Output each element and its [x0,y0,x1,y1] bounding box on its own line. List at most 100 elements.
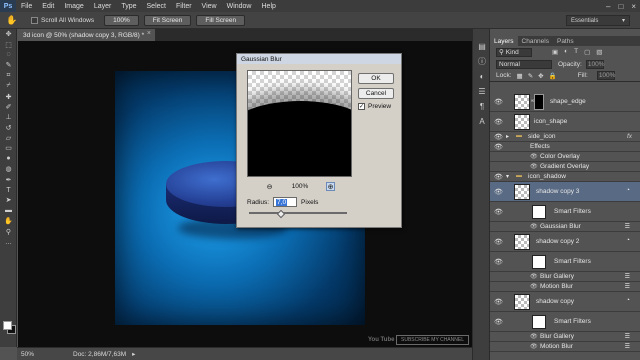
preview-checkbox[interactable]: ✓ [358,103,365,110]
layer-fx[interactable]: fx [627,133,632,140]
adjustments-icon[interactable]: ◐ [473,69,491,84]
quick-select-tool-icon[interactable]: ✎ [0,60,17,70]
menu-type[interactable]: Type [116,3,141,10]
layer-row[interactable]: 👁 ∞ shape_edge [490,92,640,112]
adjustment-filter-icon[interactable]: ◐ [564,48,568,56]
radius-slider-track[interactable] [249,212,347,214]
eye-icon[interactable]: 👁 [494,298,503,306]
smart-filter-mask-thumbnail[interactable] [532,255,546,269]
eye-icon[interactable]: 👁 [530,223,538,230]
history-brush-tool-icon[interactable]: ↺ [0,123,17,133]
eye-icon[interactable]: 👁 [494,208,503,216]
eye-icon[interactable]: 👁 [494,133,503,141]
fit-screen-button[interactable]: Fit Screen [143,14,192,26]
preview-toggle[interactable]: ✓ Preview [358,103,391,110]
zoom-in-icon[interactable]: ⊕ [326,182,335,191]
filter-options-icon[interactable]: ☰ [625,333,630,340]
layer-row[interactable]: 👁 shadow copy ◔ [490,292,640,312]
zoom-tool-icon[interactable]: ⚲ [0,226,17,236]
type-filter-icon[interactable]: T [574,48,578,56]
expand-arrow-icon[interactable]: ▸ [506,133,509,140]
paragraph-icon[interactable]: ¶ [473,99,491,114]
smart-filters-row[interactable]: 👁 Smart Filters [490,312,640,332]
filter-options-icon[interactable]: ☰ [625,223,630,230]
smart-filters-row[interactable]: 👁 Smart Filters [490,202,640,222]
menu-edit[interactable]: Edit [37,3,59,10]
layer-row[interactable]: 👁 icon_shape [490,112,640,132]
layer-group-row[interactable]: 👁 ▸ ▬ side_icon fx [490,132,640,142]
eye-icon[interactable]: 👁 [494,118,503,126]
type-tool-icon[interactable]: T [0,185,17,195]
eye-icon[interactable]: 👁 [494,143,503,151]
menu-window[interactable]: Window [222,3,257,10]
close-icon[interactable]: × [147,30,151,37]
zoom-out-icon[interactable]: ⊖ [265,182,274,191]
eye-icon[interactable]: 👁 [494,98,503,106]
brush-tool-icon[interactable]: ✐ [0,102,17,112]
eye-icon[interactable]: 👁 [494,318,503,326]
zoom-100-button[interactable]: 100% [104,14,139,26]
minimize-button[interactable]: – [606,2,610,11]
dodge-tool-icon[interactable]: ◍ [0,164,17,174]
info-icon[interactable]: ⓘ [473,54,491,69]
eye-icon[interactable]: 👁 [530,153,538,160]
layer-mask-thumbnail[interactable] [534,94,544,110]
menu-select[interactable]: Select [142,3,171,10]
scroll-all-windows-checkbox[interactable] [31,16,38,24]
fill-field[interactable]: 100% [596,71,615,80]
dialog-title[interactable]: Gaussian Blur [237,54,401,64]
hand-tool-icon[interactable]: ✋ [0,216,17,226]
filter-row[interactable]: 👁 Blur Gallery ☰ [490,272,640,282]
filter-row[interactable]: 👁 Motion Blur ☰ [490,282,640,292]
marquee-tool-icon[interactable]: ⬚ [0,39,17,49]
more-tools-icon[interactable]: … [0,237,17,247]
fill-screen-button[interactable]: Fill Screen [196,14,246,26]
effects-row[interactable]: 👁 Effects [490,142,640,152]
effect-row[interactable]: 👁 Color Overlay [490,152,640,162]
smart-filter-mask-thumbnail[interactable] [532,205,546,219]
workspace-switcher[interactable]: Essentials ▾ [566,15,630,26]
menu-file[interactable]: File [16,3,37,10]
filter-row[interactable]: 👁 Blur Gallery ☰ [490,332,640,342]
move-tool-icon[interactable]: ✥ [0,29,17,39]
eye-icon[interactable]: 👁 [494,173,503,181]
layer-group-row[interactable]: 👁 ▾ ▬ icon_shadow [490,172,640,182]
status-zoom[interactable]: 50% [17,351,51,358]
blur-tool-icon[interactable]: ● [0,154,17,164]
history-icon[interactable]: ▤ [473,39,491,54]
lock-all-icon[interactable]: 🔒 [549,72,557,80]
menu-filter[interactable]: Filter [171,3,197,10]
pen-tool-icon[interactable]: ✒ [0,174,17,184]
expand-arrow-icon[interactable]: ▾ [506,173,509,180]
smart-object-filter-icon[interactable]: ▧ [596,48,602,56]
crop-tool-icon[interactable]: ⌗ [0,71,17,81]
lock-position-icon[interactable]: ✥ [538,72,543,80]
menu-layer[interactable]: Layer [89,3,117,10]
document-tab[interactable]: 3d icon @ 50% (shadow copy 3, RGB/8) * × [17,29,155,41]
lasso-tool-icon[interactable]: ◌ [0,50,17,60]
shape-filter-icon[interactable]: ▢ [584,48,590,56]
eye-icon[interactable]: 👁 [494,188,503,196]
smart-filter-mask-thumbnail[interactable] [532,315,546,329]
status-menu-arrow-icon[interactable]: ▸ [132,350,135,358]
maximize-button[interactable]: □ [618,2,623,11]
filter-options-icon[interactable]: ☰ [625,343,630,350]
foreground-color-swatch[interactable] [3,321,12,330]
eyedropper-tool-icon[interactable]: ⌿ [0,81,17,91]
layer-row-selected[interactable]: 👁 shadow copy 3 ◔ [490,182,640,202]
shape-tool-icon[interactable]: ▬ [0,206,17,216]
filter-options-icon[interactable]: ☰ [625,283,630,290]
blend-mode-select[interactable]: Normal [496,59,552,69]
eye-icon[interactable]: 👁 [530,333,538,340]
path-selection-tool-icon[interactable]: ➤ [0,195,17,205]
character-icon[interactable]: A [473,114,491,129]
eraser-tool-icon[interactable]: ▱ [0,133,17,143]
lock-transparent-icon[interactable]: ▦ [517,72,523,80]
blur-preview[interactable] [247,70,352,177]
menu-help[interactable]: Help [257,3,281,10]
eye-icon[interactable]: 👁 [530,343,538,350]
pixel-filter-icon[interactable]: ▣ [552,48,558,56]
gradient-tool-icon[interactable]: ▭ [0,143,17,153]
tab-layers[interactable]: Layers [490,36,518,46]
eye-icon[interactable]: 👁 [530,283,538,290]
